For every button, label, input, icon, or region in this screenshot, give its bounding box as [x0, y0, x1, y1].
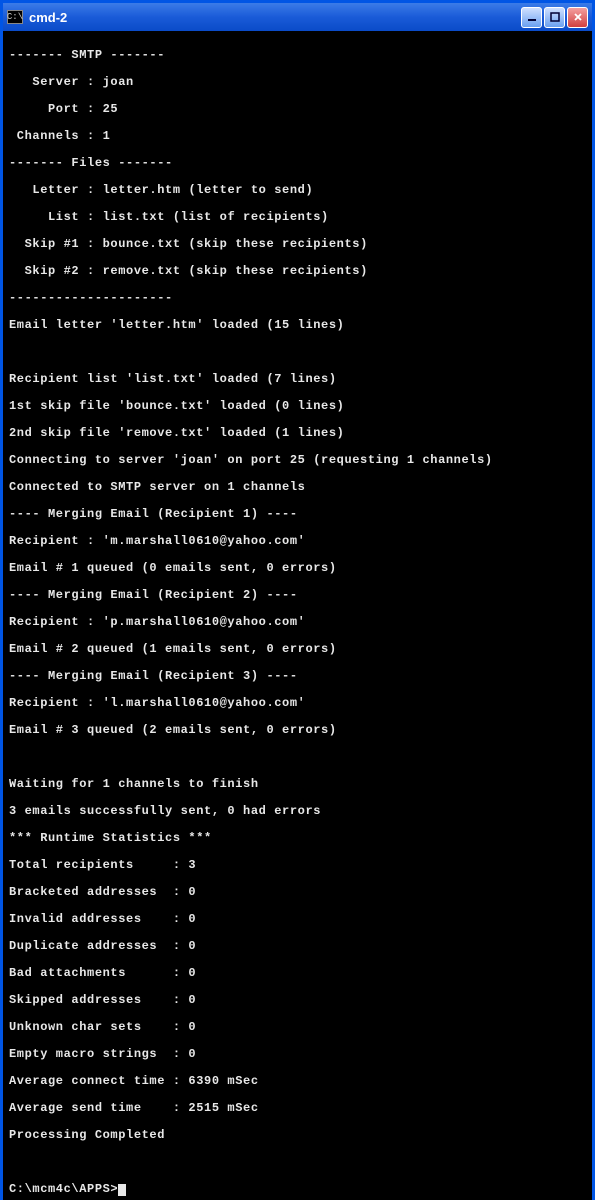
- window-title: cmd-2: [29, 10, 521, 25]
- close-button[interactable]: [567, 7, 588, 28]
- maximize-button[interactable]: [544, 7, 565, 28]
- log-line: 1st skip file 'bounce.txt' loaded (0 lin…: [9, 400, 586, 414]
- log-line: Recipient : 'p.marshall0610@yahoo.com': [9, 616, 586, 630]
- prompt-text: C:\mcm4c\APPS>: [9, 1182, 118, 1196]
- log-line: Recipient : 'm.marshall0610@yahoo.com': [9, 535, 586, 549]
- log-line: Email # 2 queued (1 emails sent, 0 error…: [9, 643, 586, 657]
- log-line: Recipient : 'l.marshall0610@yahoo.com': [9, 697, 586, 711]
- stats-line: Average connect time : 6390 mSec: [9, 1075, 586, 1089]
- minimize-icon: [527, 12, 537, 22]
- stats-line: Average send time : 2515 mSec: [9, 1102, 586, 1116]
- log-line: Connected to SMTP server on 1 channels: [9, 481, 586, 495]
- stats-line: Duplicate addresses : 0: [9, 940, 586, 954]
- stats-header: *** Runtime Statistics ***: [9, 832, 586, 846]
- log-line: [9, 1156, 586, 1170]
- stats-line: Unknown char sets : 0: [9, 1021, 586, 1035]
- titlebar[interactable]: C:\ cmd-2: [3, 3, 592, 31]
- log-line: Email letter 'letter.htm' loaded (15 lin…: [9, 319, 586, 333]
- file-skip1: Skip #1 : bounce.txt (skip these recipie…: [9, 238, 586, 252]
- terminal-window: C:\ cmd-2 ------- SMTP ------- Server : …: [0, 0, 595, 1200]
- stats-line: Total recipients : 3: [9, 859, 586, 873]
- stats-line: Invalid addresses : 0: [9, 913, 586, 927]
- stats-line: Bad attachments : 0: [9, 967, 586, 981]
- log-line: Connecting to server 'joan' on port 25 (…: [9, 454, 586, 468]
- log-line: Waiting for 1 channels to finish: [9, 778, 586, 792]
- log-line: 3 emails successfully sent, 0 had errors: [9, 805, 586, 819]
- cursor: [118, 1184, 126, 1196]
- log-line: Email # 3 queued (2 emails sent, 0 error…: [9, 724, 586, 738]
- file-letter: Letter : letter.htm (letter to send): [9, 184, 586, 198]
- window-controls: [521, 7, 588, 28]
- close-icon: [573, 12, 583, 22]
- processing-complete: Processing Completed: [9, 1129, 586, 1143]
- log-line: ---- Merging Email (Recipient 3) ----: [9, 670, 586, 684]
- files-header: ------- Files -------: [9, 157, 586, 171]
- file-skip2: Skip #2 : remove.txt (skip these recipie…: [9, 265, 586, 279]
- smtp-port: Port : 25: [9, 103, 586, 117]
- maximize-icon: [550, 12, 560, 22]
- log-line: Email # 1 queued (0 emails sent, 0 error…: [9, 562, 586, 576]
- smtp-header: ------- SMTP -------: [9, 49, 586, 63]
- stats-line: Empty macro strings : 0: [9, 1048, 586, 1062]
- log-line: [9, 346, 586, 360]
- prompt-line[interactable]: C:\mcm4c\APPS>: [9, 1183, 586, 1197]
- minimize-button[interactable]: [521, 7, 542, 28]
- stats-line: Bracketed addresses : 0: [9, 886, 586, 900]
- log-line: 2nd skip file 'remove.txt' loaded (1 lin…: [9, 427, 586, 441]
- log-line: [9, 751, 586, 765]
- cmd-icon: C:\: [7, 10, 23, 24]
- terminal-body[interactable]: ------- SMTP ------- Server : joan Port …: [3, 31, 592, 1200]
- smtp-channels: Channels : 1: [9, 130, 586, 144]
- smtp-server: Server : joan: [9, 76, 586, 90]
- file-list: List : list.txt (list of recipients): [9, 211, 586, 225]
- log-line: ---- Merging Email (Recipient 1) ----: [9, 508, 586, 522]
- log-line: Recipient list 'list.txt' loaded (7 line…: [9, 373, 586, 387]
- stats-line: Skipped addresses : 0: [9, 994, 586, 1008]
- divider: ---------------------: [9, 292, 586, 306]
